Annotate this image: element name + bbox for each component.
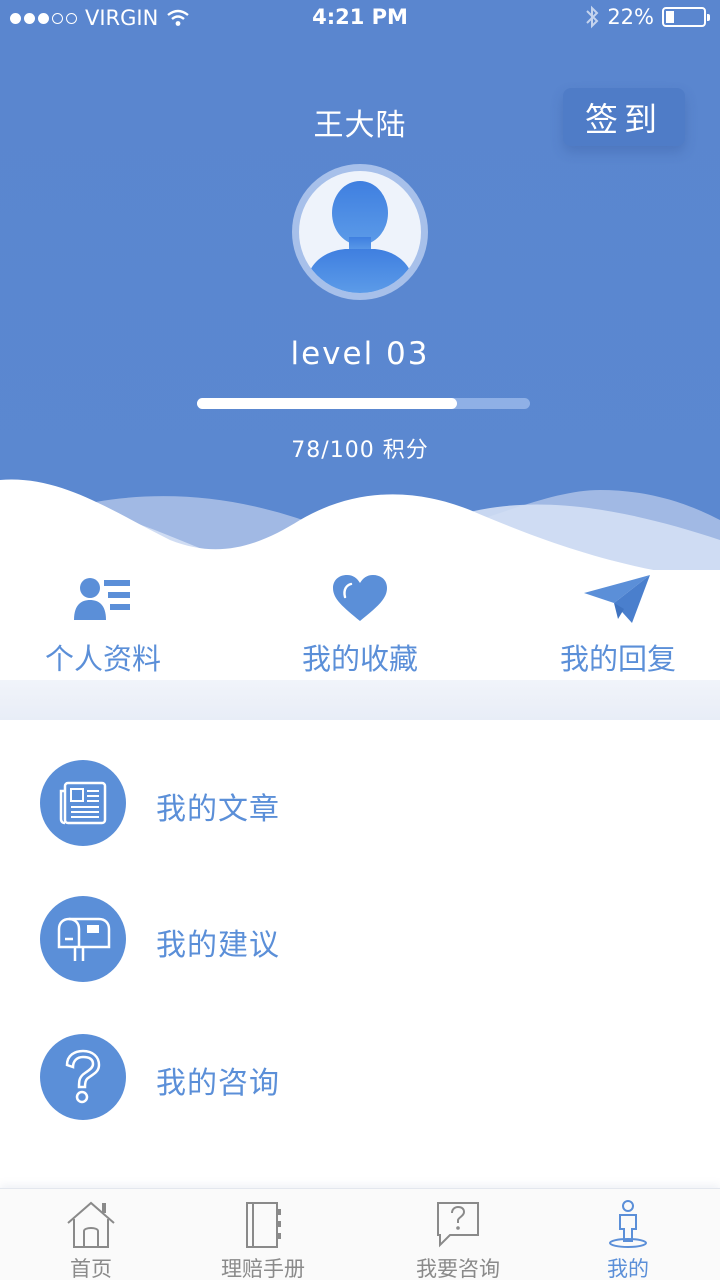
default-avatar-icon [305,181,415,293]
bottom-tab-bar: 首页 理赔手册 我要咨询 我的 [0,1188,720,1280]
shortcut-favorites[interactable]: 我的收藏 [260,570,460,678]
notebook-icon [246,1202,281,1248]
tab-label: 首页 [70,1257,112,1280]
shortcut-profile[interactable]: 个人资料 [3,570,203,678]
shortcut-label: 我的回复 [559,642,676,676]
level-label: level 03 [290,336,430,372]
question-icon [65,1049,101,1104]
menu-item-label: 我的建议 [156,928,280,963]
bluetooth-icon [586,5,599,29]
wave-decoration [0,479,720,580]
status-bar: VIRGIN 4:21 PM 22% [0,0,720,36]
menu-item-suggestions[interactable]: 我的建议 [0,896,720,1016]
home-icon [67,1201,115,1248]
avatar[interactable] [292,164,428,300]
menu-item-articles[interactable]: 我的文章 [0,760,720,880]
question-bubble-icon [437,1202,479,1248]
menu-item-label: 我的咨询 [156,1066,280,1101]
points-text: 78/100 积分 [291,438,429,463]
tab-mine[interactable]: 我的 [553,1195,703,1280]
tab-claims-manual[interactable]: 理赔手册 [188,1195,338,1280]
tab-label: 理赔手册 [221,1257,305,1280]
tab-label: 我的 [607,1257,649,1280]
points-progress-fill [197,398,457,409]
tab-home[interactable]: 首页 [16,1195,166,1280]
profile-header: 王大陆 签到 level 03 78/100 积分 [0,0,720,580]
profile-card-icon [74,578,130,620]
shortcut-label: 我的收藏 [301,642,418,676]
shortcut-label: 个人资料 [44,642,161,676]
battery-percent: 22% [607,5,654,29]
checkin-button[interactable]: 签到 [563,88,685,146]
paper-plane-icon [584,575,650,623]
points-progress-bar [197,398,530,409]
shortcut-replies[interactable]: 我的回复 [518,570,718,678]
tab-consult[interactable]: 我要咨询 [383,1195,533,1280]
mailbox-icon [57,917,111,961]
section-divider [0,680,720,720]
menu-item-label: 我的文章 [156,792,280,827]
shortcut-row: 个人资料 我的收藏 我的回复 [0,570,720,680]
battery-icon [662,7,710,27]
menu-item-consultations[interactable]: 我的咨询 [0,1034,720,1154]
person-icon [609,1200,647,1248]
heart-icon [333,575,387,621]
tab-label: 我要咨询 [416,1257,500,1280]
newspaper-icon [59,781,107,825]
